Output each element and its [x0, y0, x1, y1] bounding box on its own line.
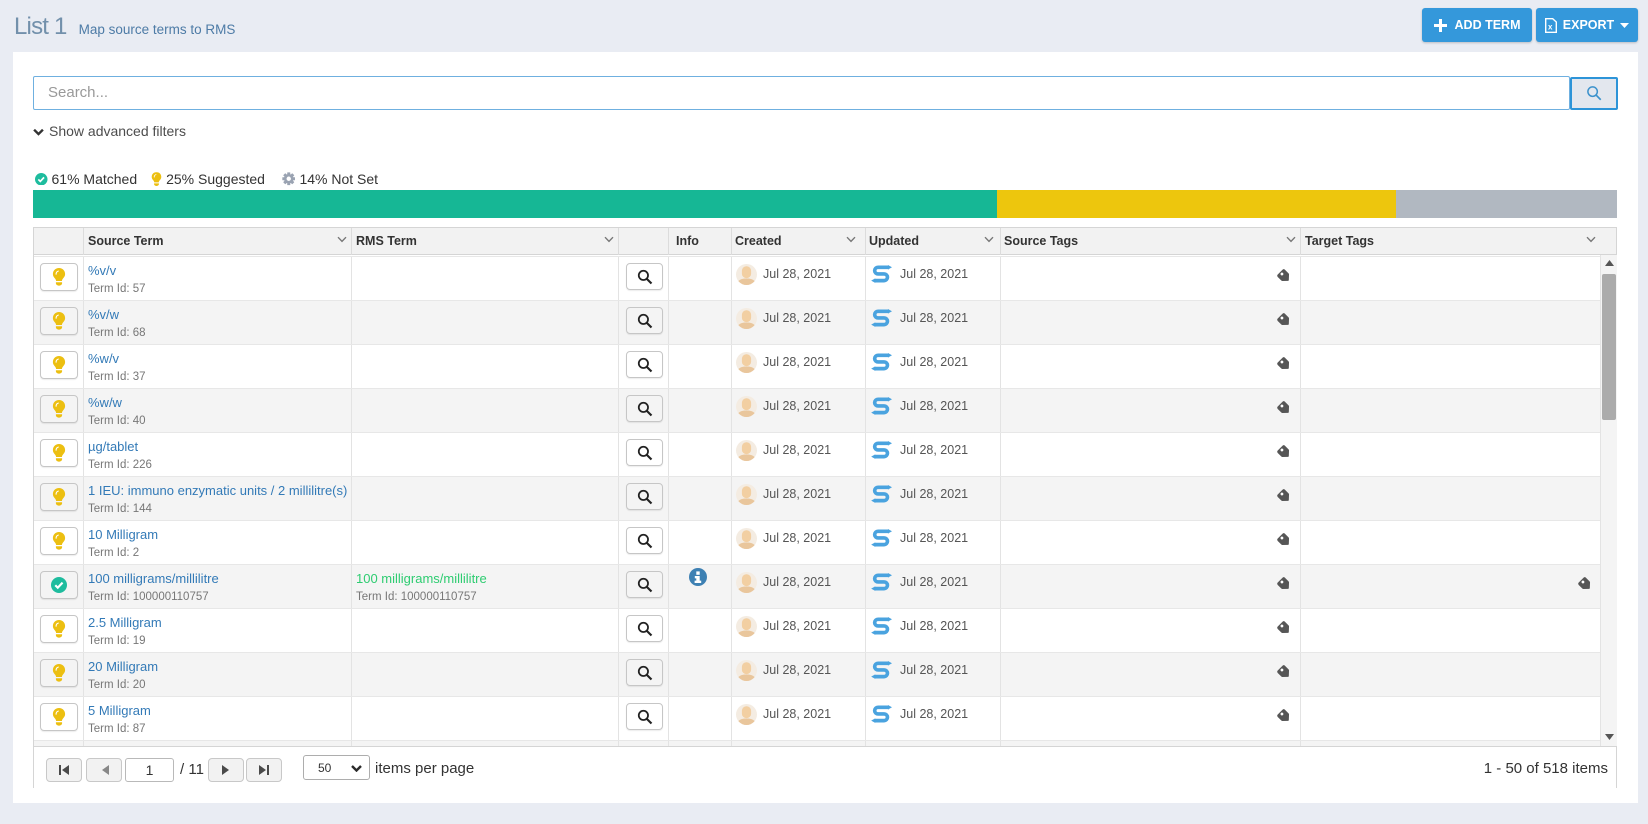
- svg-text:x: x: [1548, 22, 1553, 31]
